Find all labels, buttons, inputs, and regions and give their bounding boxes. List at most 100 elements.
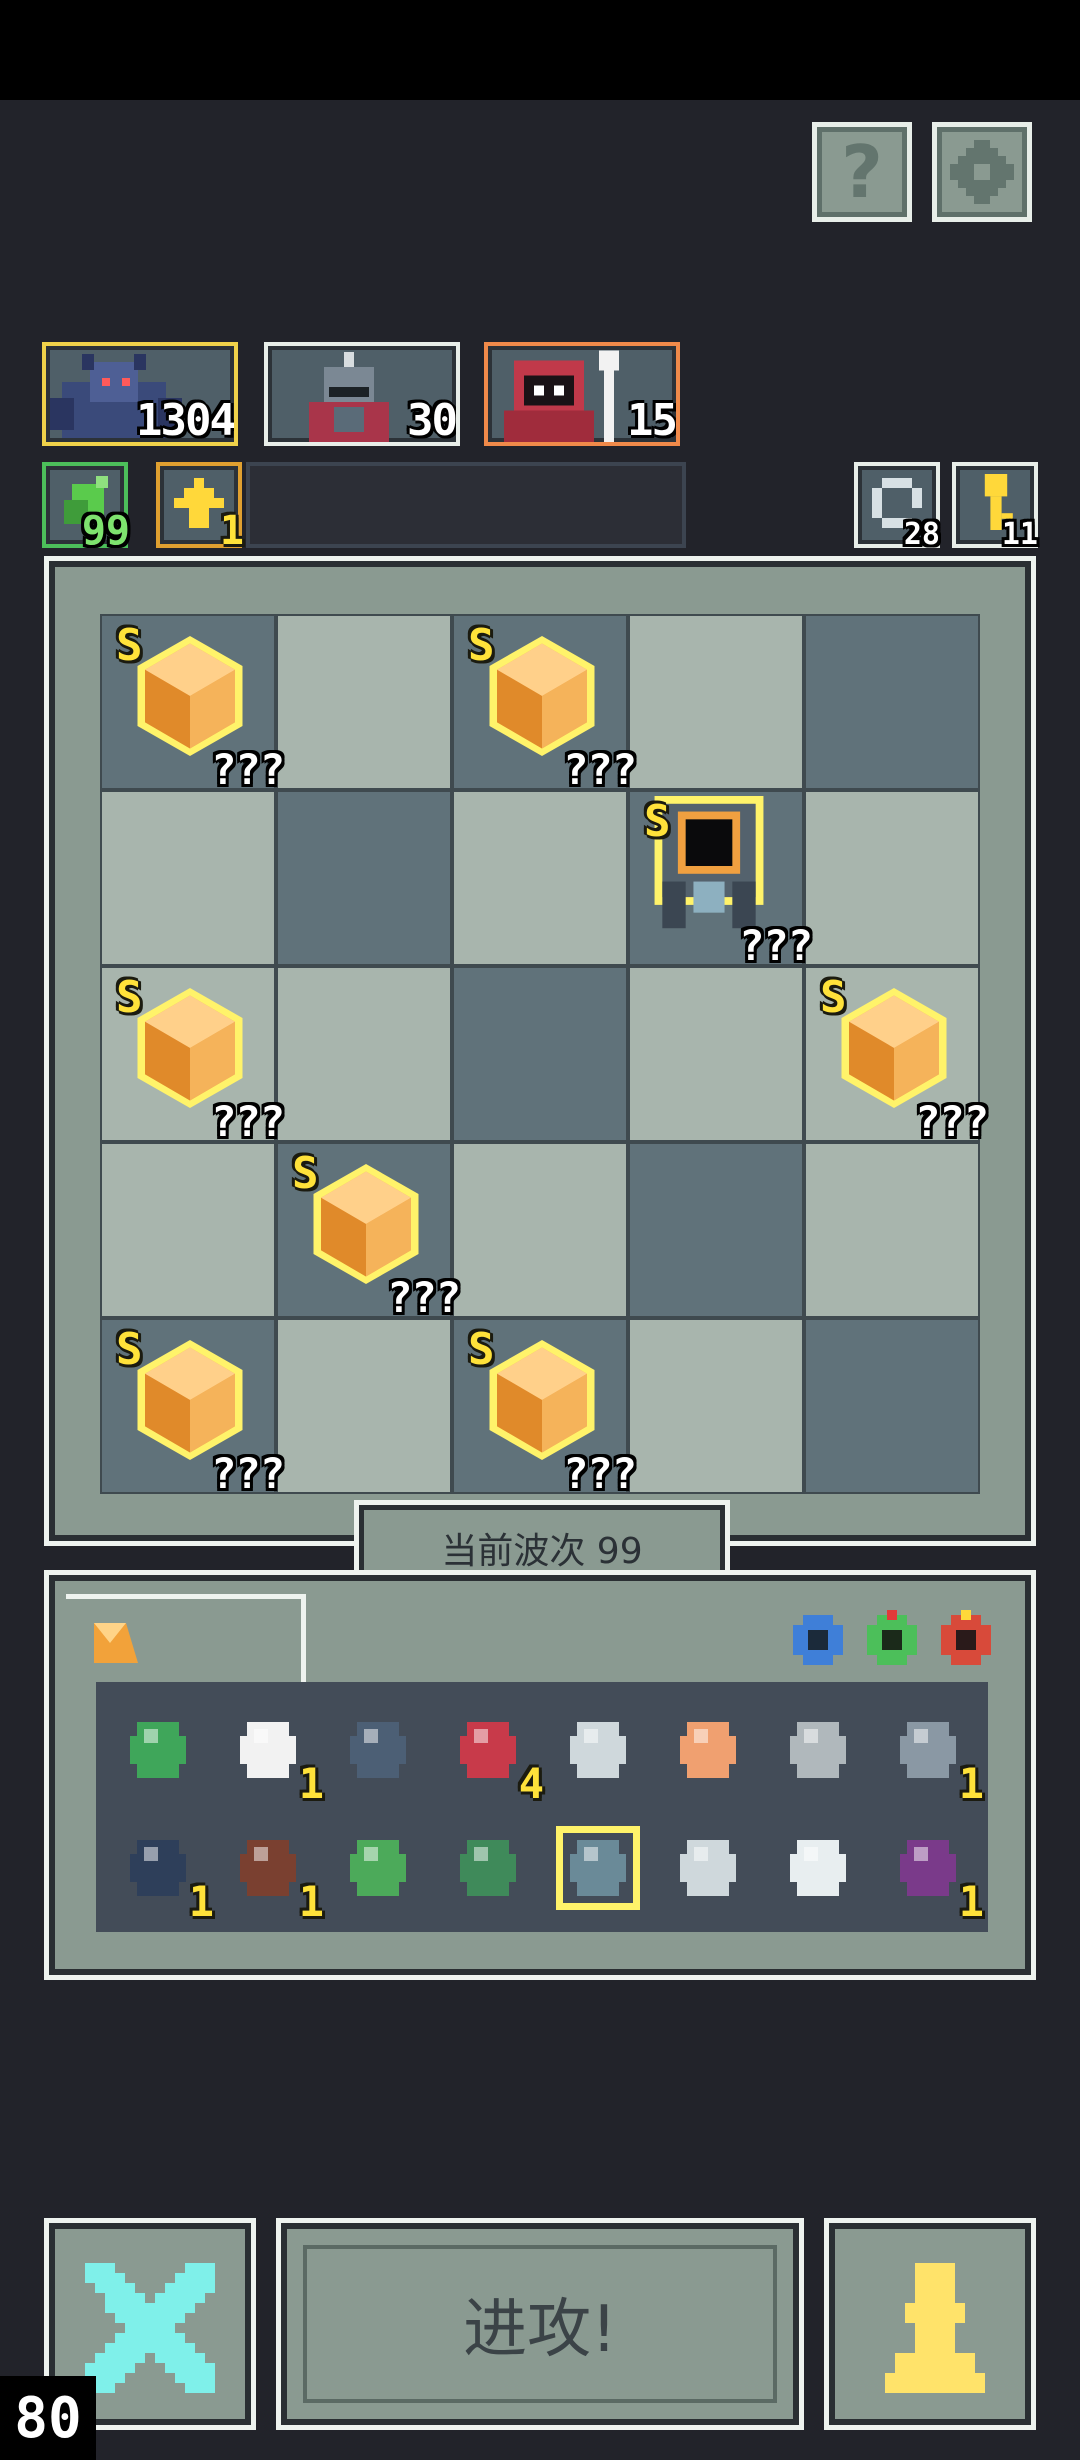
crown-spikes-icon	[556, 1826, 640, 1910]
moon-orb-icon	[790, 1840, 846, 1896]
fps-counter: 80	[0, 2376, 96, 2460]
arrow-icon	[350, 1840, 406, 1896]
pawn-icon	[885, 2263, 985, 2393]
board-cell[interactable]	[454, 968, 626, 1140]
crystal-unit[interactable]: S???	[276, 1142, 461, 1322]
void-golem-unit[interactable]: S???	[628, 790, 813, 970]
item-count: 1	[958, 1759, 984, 1808]
board-cell[interactable]	[806, 616, 978, 788]
crystal-unit[interactable]: S???	[452, 614, 637, 794]
hero-count: 15	[627, 395, 676, 446]
inventory-item[interactable]	[658, 1700, 758, 1800]
inventory-tab-active[interactable]	[66, 1594, 306, 1684]
inventory-item[interactable]	[328, 1818, 428, 1918]
crystal-unit[interactable]: S???	[100, 1318, 285, 1498]
upgrade-token-count: 1	[219, 508, 244, 554]
shield-icon	[350, 1722, 406, 1778]
beast-orb-icon	[900, 1840, 956, 1896]
reroll-slot[interactable]: 28	[854, 462, 940, 552]
crystal-unit[interactable]: S???	[804, 966, 989, 1146]
slingshot-icon	[790, 1722, 846, 1778]
hero-count: 1304	[136, 395, 234, 446]
inventory-item[interactable]: 1	[878, 1818, 984, 1926]
board-cell[interactable]	[630, 1320, 802, 1492]
hero-portrait-mage[interactable]: 15	[484, 342, 680, 446]
settings-button[interactable]	[932, 122, 1032, 222]
serpent-ring-icon	[460, 1840, 516, 1896]
pawn-button[interactable]	[824, 2218, 1036, 2430]
board-cell[interactable]	[630, 1144, 802, 1316]
inventory-item[interactable]: 4	[438, 1700, 544, 1808]
dagger-icon	[570, 1722, 626, 1778]
help-button[interactable]: ?	[812, 122, 912, 222]
inventory-item[interactable]	[548, 1818, 648, 1918]
inventory-item[interactable]: 1	[108, 1818, 214, 1926]
board-cell[interactable]	[806, 1144, 978, 1316]
blue-ring-icon[interactable]	[788, 1610, 848, 1670]
board-cell[interactable]	[454, 792, 626, 964]
upgrade-token-slot[interactable]: 1	[156, 462, 244, 554]
item-count: 1	[298, 1877, 324, 1926]
crystal-icon	[313, 1164, 419, 1284]
item-count: 1	[298, 1759, 324, 1808]
knight-helm-icon	[900, 1722, 956, 1778]
board-cell[interactable]	[278, 968, 450, 1140]
green-essence-count: 99	[81, 508, 130, 554]
item-count: 1	[958, 1877, 984, 1926]
rank-badge: S	[116, 620, 143, 671]
board-cell[interactable]	[102, 1144, 274, 1316]
key-slot[interactable]: 11	[952, 462, 1038, 552]
unit-label: ???	[211, 1449, 285, 1498]
unit-label: ???	[915, 1097, 989, 1146]
unit-label: ???	[563, 1449, 637, 1498]
rank-badge: S	[292, 1148, 319, 1199]
attack-button[interactable]: 进攻!	[276, 2218, 804, 2430]
question-icon: ?	[841, 130, 883, 214]
item-count: 4	[518, 1759, 544, 1808]
progress-bar-empty	[246, 462, 686, 548]
board-cell[interactable]	[278, 792, 450, 964]
inventory-item[interactable]	[768, 1818, 868, 1918]
board-cell[interactable]	[630, 968, 802, 1140]
board-cell[interactable]	[454, 1144, 626, 1316]
crystal-unit[interactable]: S???	[100, 614, 285, 794]
crystal-shard-icon	[94, 1623, 138, 1663]
reroll-count: 28	[903, 517, 940, 552]
inventory-item[interactable]: 1	[878, 1700, 984, 1808]
unit-label: ???	[211, 745, 285, 794]
mage-hero-icon	[504, 350, 619, 442]
inventory-item[interactable]	[658, 1818, 758, 1918]
inventory-item[interactable]	[548, 1700, 648, 1800]
board-cell[interactable]	[278, 1320, 450, 1492]
hero-portrait-gargoyle[interactable]: 1304	[42, 342, 238, 446]
key-count: 11	[1001, 517, 1038, 552]
fps-value: 80	[14, 2385, 82, 2451]
inventory-item[interactable]	[768, 1700, 868, 1800]
board-cell[interactable]	[102, 792, 274, 964]
rank-badge: S	[820, 972, 847, 1023]
inventory-item[interactable]	[328, 1700, 428, 1800]
hero-portrait-knight[interactable]: 30	[264, 342, 460, 446]
red-ring-icon[interactable]	[936, 1610, 996, 1670]
green-essence-slot[interactable]: 99	[42, 462, 130, 554]
upgrade-arrow-icon	[174, 478, 224, 528]
crystal-unit[interactable]: S???	[452, 1318, 637, 1498]
board-cell[interactable]	[806, 1320, 978, 1492]
inventory-item[interactable]: 1	[218, 1700, 324, 1808]
unit-label: ???	[387, 1273, 461, 1322]
inventory-item[interactable]	[438, 1818, 538, 1918]
green-ring-icon[interactable]	[862, 1610, 922, 1670]
board-cell[interactable]	[806, 792, 978, 964]
cancel-x-icon	[85, 2263, 215, 2393]
crystal-icon	[489, 1340, 595, 1460]
crystal-icon	[137, 1340, 243, 1460]
rank-badge: S	[116, 972, 143, 1023]
crystal-unit[interactable]: S???	[100, 966, 285, 1146]
crystal-icon	[841, 988, 947, 1108]
inventory-item[interactable]	[108, 1700, 208, 1800]
hero-count: 30	[407, 395, 456, 446]
unit-label: ???	[563, 745, 637, 794]
inventory-item[interactable]: 1	[218, 1818, 324, 1926]
board-cell[interactable]	[278, 616, 450, 788]
board-cell[interactable]	[630, 616, 802, 788]
